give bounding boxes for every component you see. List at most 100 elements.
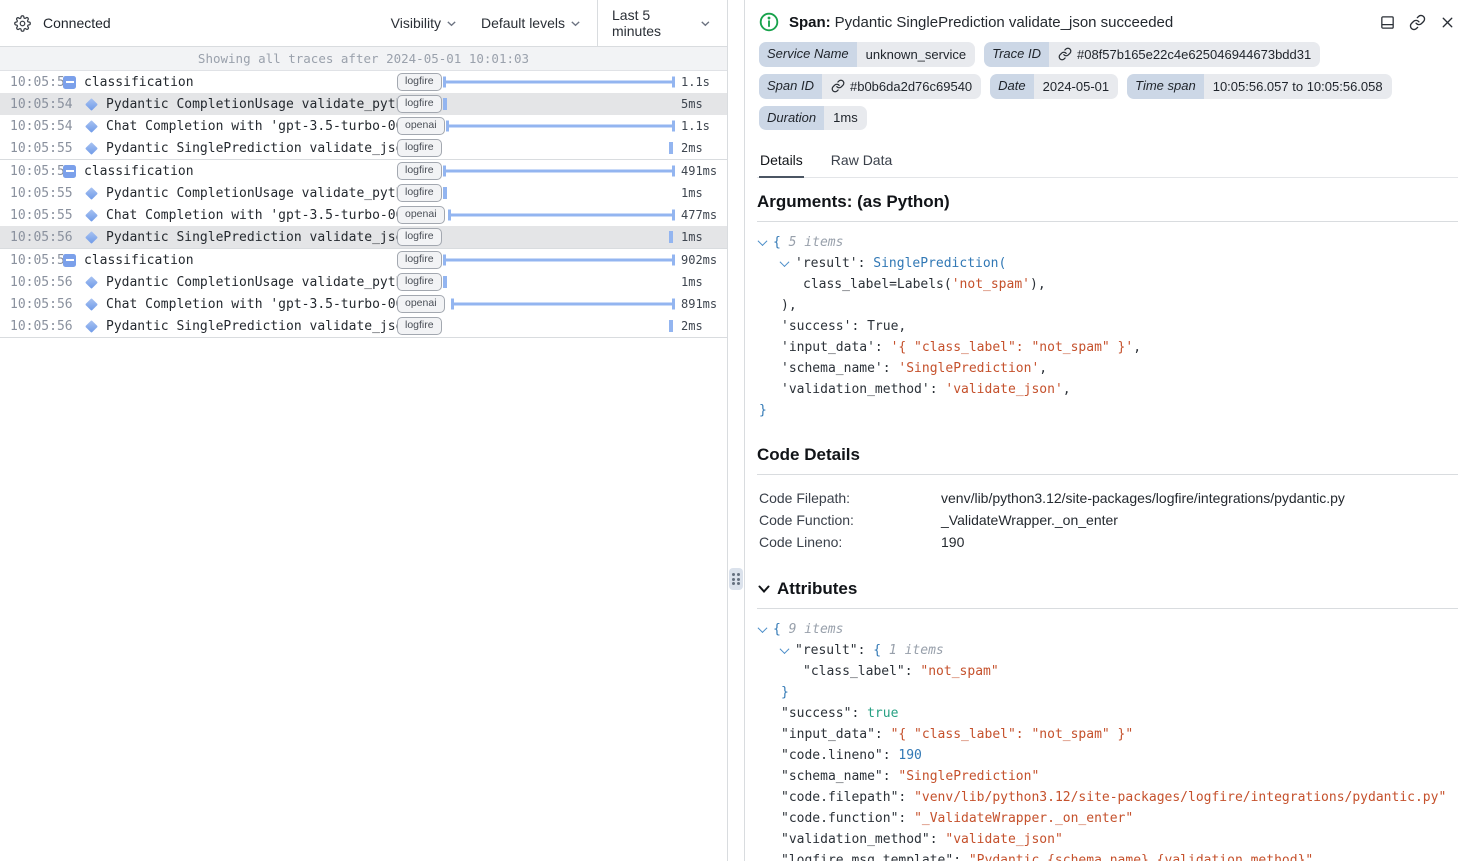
code-function-value: _ValidateWrapper._on_enter [941,509,1458,531]
trace-row[interactable]: 10:05:55 Pydantic SinglePrediction valid… [0,137,727,159]
trace-row[interactable]: 10:05:54 Chat Completion with 'gpt-3.5-t… [0,115,727,137]
scope-badge: logfire [397,273,442,291]
code-line: 'success': True, [759,316,1458,337]
dock-panel-icon[interactable] [1379,14,1396,31]
link-icon[interactable] [831,79,845,93]
trace-name: classification [84,253,194,268]
meta-badge-label: Time span [1127,74,1204,99]
diamond-icon[interactable] [85,276,98,289]
trace-name: Pydantic CompletionUsage validate_python [106,275,397,290]
trace-row[interactable]: 10:05:56 Pydantic CompletionUsage valida… [0,271,727,293]
trace-row[interactable]: 10:05:54 Pydantic CompletionUsage valida… [0,93,727,115]
trace-row[interactable]: 10:05:56 Pydantic SinglePrediction valid… [0,315,727,337]
duration-label: 477ms [675,208,727,222]
meta-badge: Time span 10:05:56.057 to 10:05:56.058 [1127,74,1391,99]
arguments-heading: Arguments: (as Python) [757,192,1458,212]
trace-row[interactable]: 10:05:56 Chat Completion with 'gpt-3.5-t… [0,293,727,315]
diamond-icon[interactable] [85,142,98,155]
code-line: "logfire.msg_template": "Pydantic {schem… [759,850,1458,861]
span-kind-label: Span: [789,14,831,31]
duration-bar [451,303,675,306]
diamond-icon[interactable] [85,320,98,333]
default-levels-label: Default levels [481,15,565,31]
meta-badge: Date 2024-05-01 [990,74,1118,99]
code-details-rows: Code Filepath:venv/lib/python3.12/site-p… [757,483,1458,563]
chevron-down-icon[interactable] [758,236,768,246]
chevron-down-icon[interactable] [780,644,790,654]
divider [757,608,1458,609]
diamond-icon[interactable] [85,120,98,133]
scope-badge: logfire [397,139,442,157]
code-line: "result": { 1 items [759,640,1458,661]
collapse-minus-icon[interactable] [63,254,76,267]
code-line: "schema_name": "SinglePrediction" [759,766,1458,787]
code-lineno-row: Code Lineno:190 [759,531,1458,553]
scope-badge: openai [397,117,445,135]
meta-badge-label: Date [990,74,1033,99]
scope-badge: logfire [397,73,442,91]
link-icon[interactable] [1409,14,1426,31]
trace-group: 10:05:56 classification logfire 902ms 10… [0,249,727,338]
diamond-icon[interactable] [85,298,98,311]
trace-timestamp: 10:05:54 [0,75,62,90]
visibility-label: Visibility [391,15,441,31]
collapse-minus-icon[interactable] [63,76,76,89]
meta-badge-value: #b0b6da2d76c69540 [850,80,972,93]
code-line: "code.filepath": "venv/lib/python3.12/si… [759,787,1458,808]
diamond-icon[interactable] [85,209,98,222]
code-line: 'validation_method': 'validate_json', [759,379,1458,400]
collapse-minus-icon[interactable] [63,165,76,178]
code-line: class_label=Labels('not_spam'), [759,274,1458,295]
link-icon[interactable] [1058,47,1072,61]
trace-name: Pydantic CompletionUsage validate_python [106,186,397,201]
diamond-icon[interactable] [85,98,98,111]
trace-row[interactable]: 10:05:56 classification logfire 902ms [0,249,727,271]
duration-bar-track [443,293,675,315]
code-line: } [759,682,1458,703]
trace-row[interactable]: 10:05:55 classification logfire 491ms [0,160,727,182]
duration-bar [448,214,675,217]
code-line: "code.lineno": 190 [759,745,1458,766]
duration-label: 2ms [675,319,727,333]
trace-row[interactable]: 10:05:54 classification logfire 1.1s [0,71,727,93]
duration-bar-track [443,315,675,337]
tab-details[interactable]: Details [759,146,804,178]
chevron-down-icon[interactable] [757,582,771,596]
trace-row[interactable]: 10:05:55 Chat Completion with 'gpt-3.5-t… [0,204,727,226]
trace-name: Chat Completion with 'gpt-3.5-turbo-061 [106,208,397,223]
code-line: 'input_data': '{ "class_label": "not_spa… [759,337,1458,358]
duration-bar-track [443,204,675,226]
duration-bar-track [443,93,675,115]
duration-bar-track [443,160,675,182]
chevron-down-icon[interactable] [758,623,768,633]
diamond-icon[interactable] [85,231,98,244]
time-range-select[interactable]: Last 5 minutes [597,0,727,46]
trace-group: 10:05:54 classification logfire 1.1s 10:… [0,71,727,160]
meta-badge-value: unknown_service [866,48,966,61]
trace-list: 10:05:54 classification logfire 1.1s 10:… [0,71,727,861]
span-title: Span:Pydantic SinglePrediction validate_… [789,14,1369,31]
close-icon[interactable] [1439,14,1456,31]
trace-row[interactable]: 10:05:56 Pydantic SinglePrediction valid… [0,226,727,248]
tab-raw-data[interactable]: Raw Data [830,146,893,178]
default-levels-dropdown[interactable]: Default levels [481,15,581,31]
trace-name: Pydantic SinglePrediction validate_json [106,230,397,245]
diamond-icon[interactable] [85,187,98,200]
visibility-dropdown[interactable]: Visibility [391,15,457,31]
scope-badge: openai [397,295,445,313]
drag-handle-icon[interactable] [729,568,743,590]
trace-timestamp: 10:05:56 [0,297,62,312]
meta-badge-label: Span ID [759,74,822,99]
code-function-row: Code Function:_ValidateWrapper._on_enter [759,509,1458,531]
meta-badge-value: #08f57b165e22c4e625046944673bdd31 [1077,48,1311,61]
code-line: "validation_method": "validate_json" [759,829,1458,850]
scope-badge: logfire [397,317,442,335]
trace-timestamp: 10:05:55 [0,141,62,156]
trace-row[interactable]: 10:05:55 Pydantic CompletionUsage valida… [0,182,727,204]
duration-label: 491ms [675,164,727,178]
trace-timestamp: 10:05:54 [0,119,62,134]
gear-icon[interactable] [14,15,31,32]
duration-label: 1ms [675,230,727,244]
chevron-down-icon[interactable] [780,257,790,267]
trace-group: 10:05:55 classification logfire 491ms 10… [0,160,727,249]
